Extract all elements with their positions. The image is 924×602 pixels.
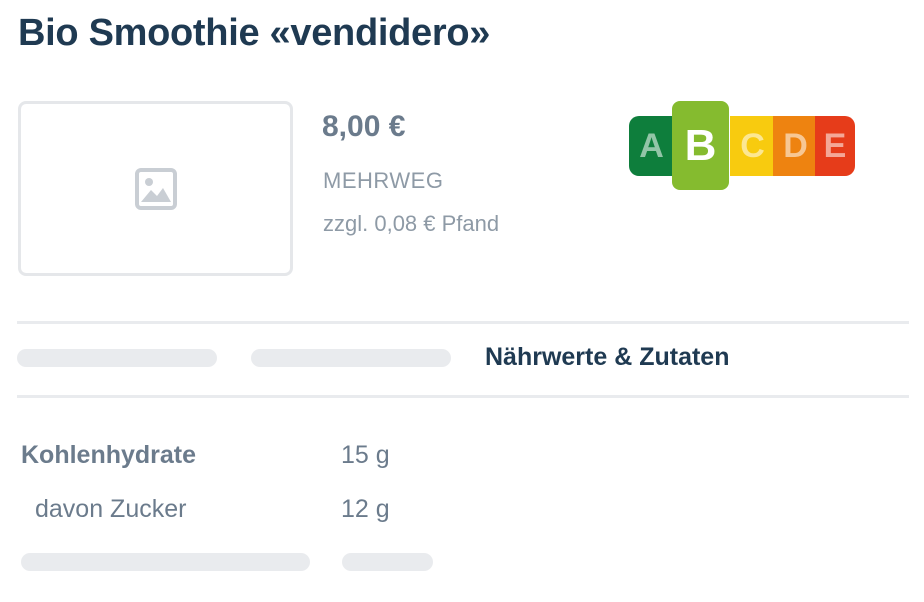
nutri-score-grade-c: C <box>730 116 775 176</box>
image-placeholder-icon <box>134 167 177 210</box>
nutri-score-grade-e: E <box>815 116 855 176</box>
tab-placeholder-2[interactable] <box>251 349 451 367</box>
nutri-score-badge: A C D E B <box>629 101 857 191</box>
nutrition-row-placeholder-label <box>21 553 310 571</box>
product-price: 8,00 € <box>322 110 406 143</box>
tab-nutrition-ingredients[interactable]: Nährwerte & Zutaten <box>485 343 729 372</box>
nutrition-row-value: 15 g <box>341 441 390 469</box>
divider-top <box>17 321 909 324</box>
nutri-score-grade-a: A <box>629 116 674 176</box>
tab-placeholder-1[interactable] <box>17 349 217 367</box>
nutri-score-grade-d: D <box>773 116 818 176</box>
nutri-score-grade-b-selected: B <box>672 101 729 190</box>
divider-bottom <box>17 395 909 398</box>
product-image-placeholder <box>18 101 293 276</box>
nutrition-row-label: Kohlenhydrate <box>21 441 197 469</box>
nutrition-row-label: davon Zucker <box>35 495 187 523</box>
nutrition-row-value: 12 g <box>341 495 390 523</box>
deposit-type: MEHRWEG <box>323 168 444 193</box>
product-title: Bio Smoothie «vendidero» <box>18 12 491 54</box>
nutrition-row-placeholder-value <box>342 553 433 571</box>
deposit-amount: zzgl. 0,08 € Pfand <box>323 211 500 236</box>
